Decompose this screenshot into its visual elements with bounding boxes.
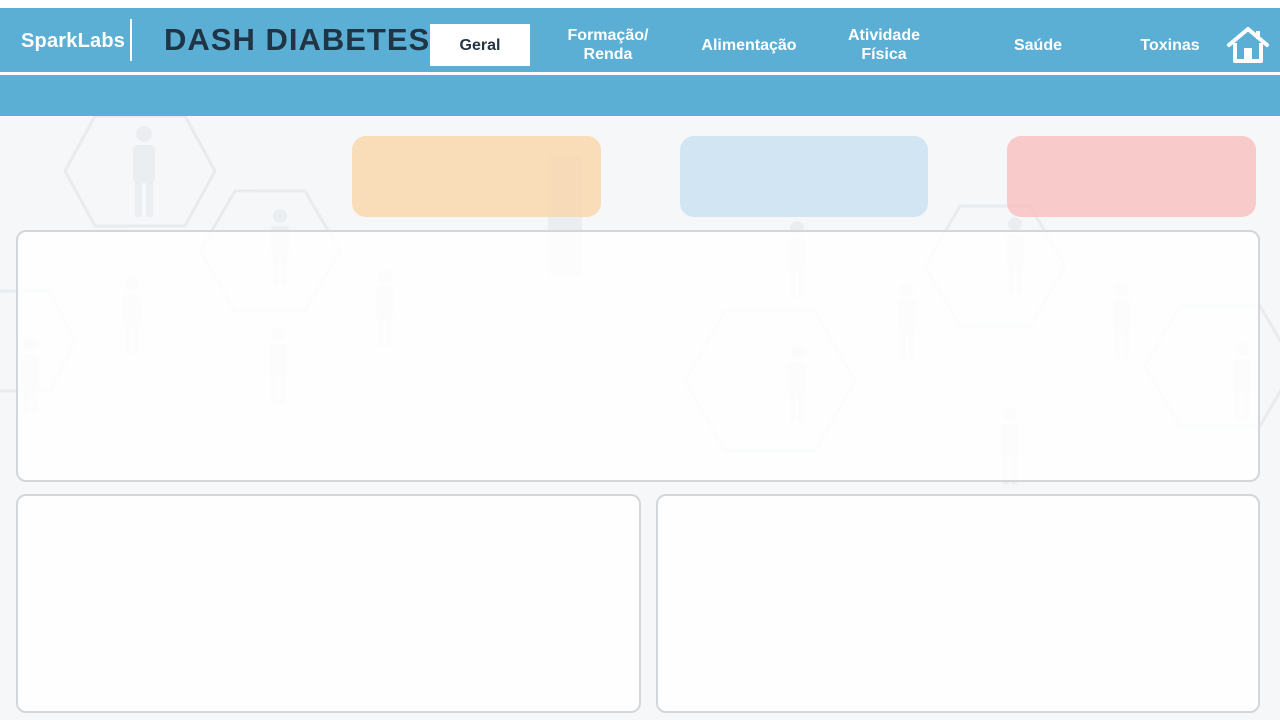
nav-tab-formacao-renda[interactable]: Formação/ Renda <box>548 24 668 66</box>
dashboard-title: DASH DIABETES <box>164 22 431 57</box>
bottom-left-panel <box>16 494 641 713</box>
nav-tab-toxinas[interactable]: Toxinas <box>1120 24 1220 66</box>
bottom-right-panel <box>656 494 1260 713</box>
brand-divider <box>130 19 132 61</box>
kpi-card-orange <box>352 136 601 217</box>
kpi-card-red <box>1007 136 1256 217</box>
sub-header-bar <box>0 75 1280 116</box>
kpi-card-blue <box>680 136 928 217</box>
nav-tab-geral[interactable]: Geral <box>430 24 530 66</box>
brand-name: SparkLabs <box>21 30 126 52</box>
nav-tab-alimentacao[interactable]: Alimentação <box>684 24 814 66</box>
home-icon <box>1227 27 1269 63</box>
top-navigation-bar: SparkLabs DASH DIABETES Geral Formação/ … <box>0 8 1280 72</box>
main-chart-panel <box>16 230 1260 482</box>
top-strip <box>0 0 1280 8</box>
home-button[interactable] <box>1226 26 1270 64</box>
nav-tab-saude[interactable]: Saúde <box>988 24 1088 66</box>
nav-tab-atividade-fisica[interactable]: Atividade Física <box>829 24 939 66</box>
